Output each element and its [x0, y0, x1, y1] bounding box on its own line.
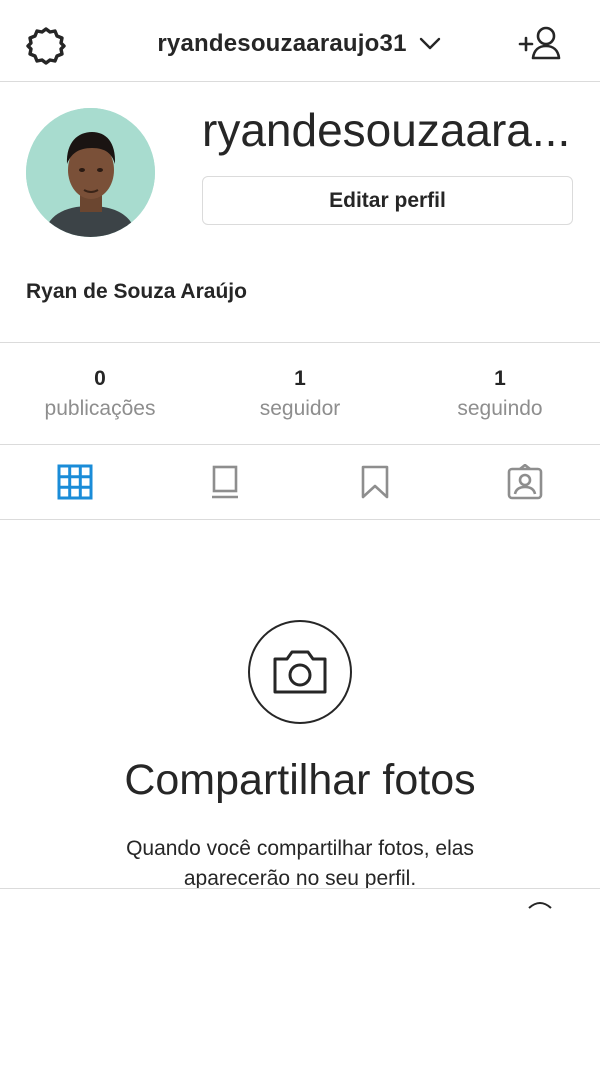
add-user-icon[interactable]: [518, 24, 562, 64]
profile-username: ryandesouzaara...: [202, 104, 571, 156]
chevron-down-icon: [419, 37, 440, 50]
stat-posts[interactable]: 0 publicações: [0, 343, 200, 444]
tagged-icon: [507, 464, 543, 500]
empty-state-title: Compartilhar fotos: [124, 756, 476, 804]
profile-full-name: Ryan de Souza Araújo: [26, 280, 247, 303]
stat-followers-label: seguidor: [259, 397, 341, 420]
grid-icon: [57, 464, 93, 500]
stat-posts-value: 0: [94, 367, 106, 390]
stat-following-value: 1: [494, 367, 506, 390]
bookmark-icon: [361, 465, 389, 499]
empty-state-description: Quando você compartilhar fotos, elas apa…: [126, 837, 474, 890]
edit-profile-button[interactable]: Editar perfil: [202, 176, 573, 225]
tab-tagged[interactable]: [450, 445, 600, 519]
stat-followers-value: 1: [294, 367, 306, 390]
account-switcher[interactable]: ryandesouzaaraujo31: [0, 30, 600, 58]
profile-page: ryandesouzaaraujo31 ryandesouzaara... Ed…: [0, 0, 600, 1070]
camera-button[interactable]: [248, 620, 352, 724]
header-username: ryandesouzaaraujo31: [157, 30, 407, 57]
feed-icon: [212, 465, 238, 499]
stat-followers[interactable]: 1 seguidor: [200, 343, 400, 444]
blank-area: [0, 889, 600, 1070]
avatar-photo: [26, 108, 155, 237]
top-bar: ryandesouzaaraujo31: [0, 0, 600, 82]
profile-tabs: [0, 445, 600, 520]
stat-following-label: seguindo: [457, 397, 543, 420]
camera-icon: [273, 650, 327, 694]
stat-posts-label: publicações: [44, 397, 156, 420]
partial-icon: [528, 902, 552, 909]
avatar[interactable]: [26, 108, 155, 237]
tab-grid[interactable]: [0, 445, 150, 519]
stat-following[interactable]: 1 seguindo: [400, 343, 600, 444]
profile-stats: 0 publicações 1 seguidor 1 seguindo: [0, 342, 600, 445]
tab-feed[interactable]: [150, 445, 300, 519]
tab-saved[interactable]: [300, 445, 450, 519]
